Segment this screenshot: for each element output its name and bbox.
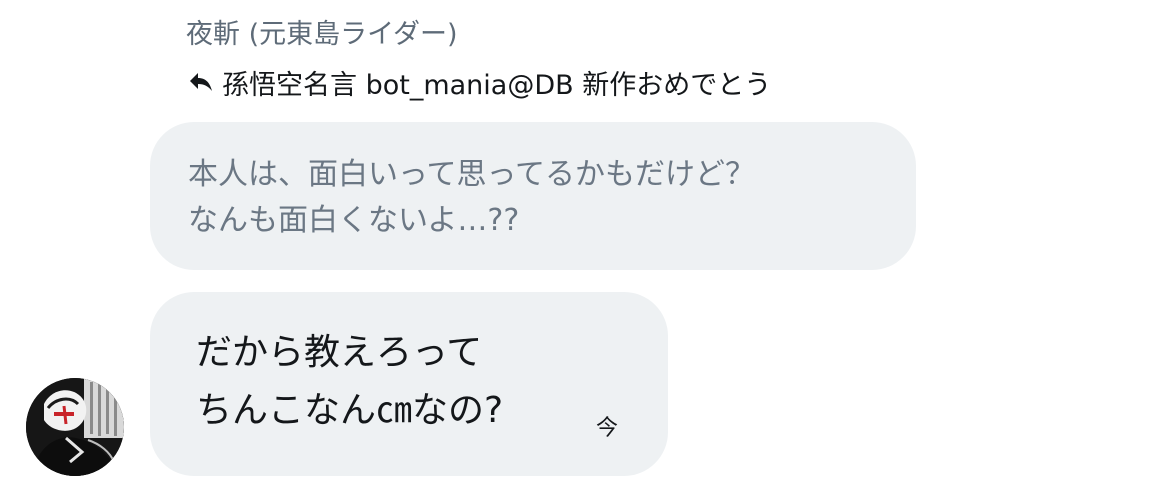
reply-context[interactable]: 孫悟空名言 bot_mania@DB 新作おめでとう — [186, 64, 772, 101]
dm-conversation: 夜斬 (元東島ライダー) 孫悟空名言 bot_mania@DB 新作おめでとう … — [0, 0, 1170, 482]
quoted-message-bubble[interactable]: 本人は、面白いって思ってるかもだけど？ なんも面白くないよ…?? — [150, 122, 916, 270]
sender-name[interactable]: 夜斬 (元東島ライダー) — [186, 12, 458, 51]
quoted-line: なんも面白くないよ…?? — [188, 203, 520, 238]
message-bubble[interactable]: だから教えろって ちんこなん㎝なの? 今 — [150, 292, 668, 476]
message-line: だから教えろって — [196, 332, 483, 373]
message-line: ちんこなん㎝なの? — [196, 390, 504, 431]
reply-arrow-icon — [186, 67, 216, 97]
quoted-line: 本人は、面白いって思ってるかもだけど？ — [188, 157, 755, 192]
message-timestamp: 今 — [596, 416, 619, 441]
reply-to-text: 孫悟空名言 bot_mania@DB 新作おめでとう — [222, 69, 772, 101]
user-avatar[interactable] — [26, 378, 124, 476]
